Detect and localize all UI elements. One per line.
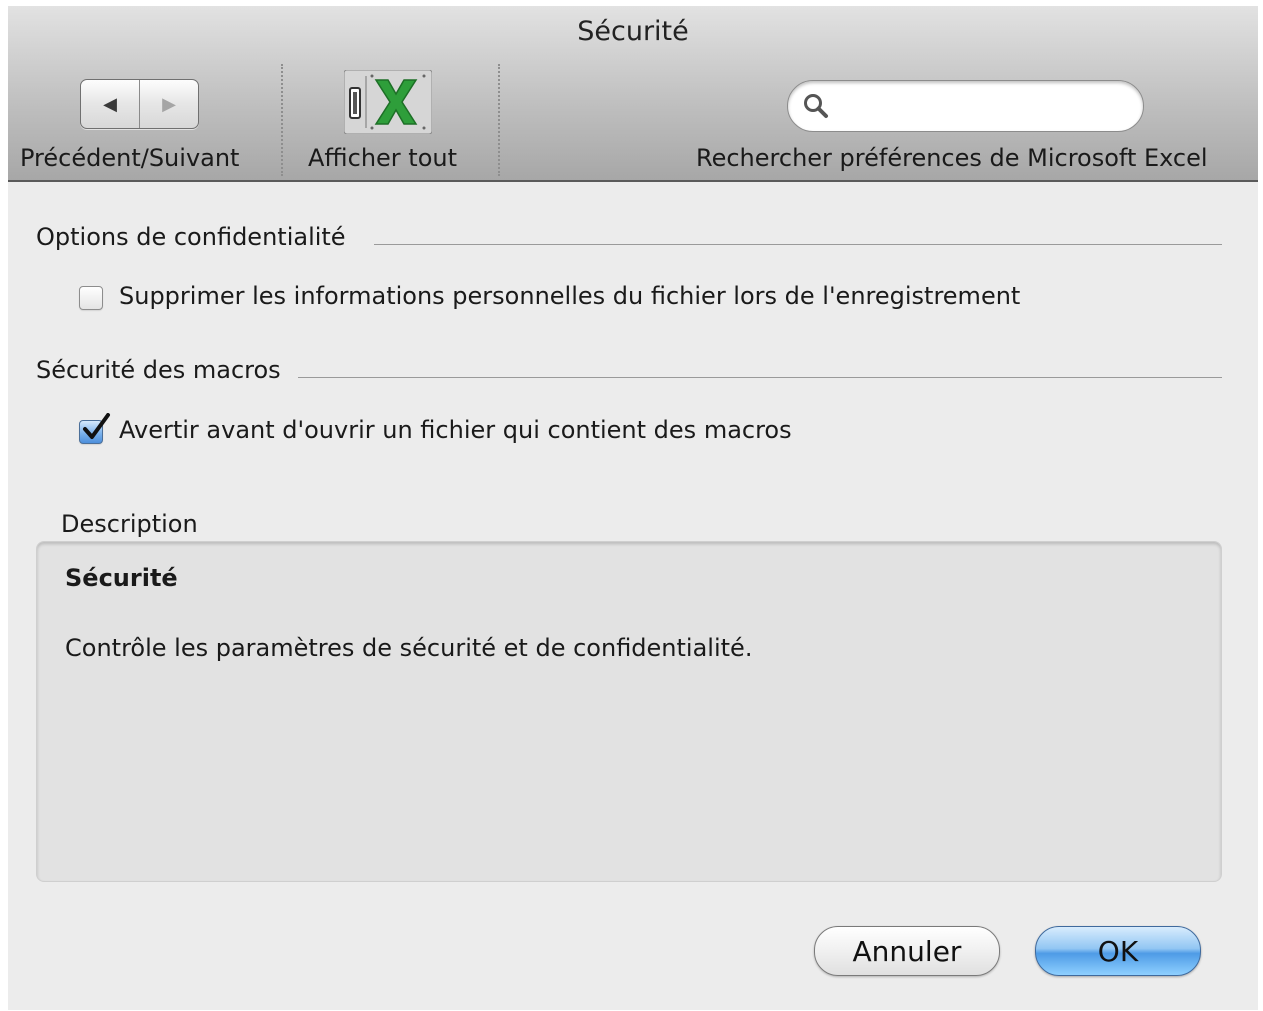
back-forward-control: ◀ ▶ — [80, 79, 199, 129]
warn-macros-label[interactable]: Avertir avant d'ouvrir un fichier qui co… — [119, 416, 792, 444]
search-input[interactable] — [787, 80, 1144, 132]
macro-section-header: Sécurité des macros — [36, 356, 281, 384]
forward-button[interactable]: ▶ — [140, 80, 198, 128]
arrow-right-icon: ▶ — [162, 93, 176, 115]
description-heading: Sécurité — [65, 564, 178, 592]
ok-button[interactable]: OK — [1035, 926, 1201, 976]
search-label: Rechercher préférences de Microsoft Exce… — [696, 144, 1208, 172]
nav-label: Précédent/Suivant — [20, 144, 240, 172]
back-button[interactable]: ◀ — [81, 80, 140, 128]
remove-personal-info-label[interactable]: Supprimer les informations personnelles … — [119, 282, 1020, 310]
warn-macros-checkbox[interactable] — [79, 413, 110, 444]
show-all-label: Afficher tout — [308, 144, 458, 172]
toolbar: Sécurité ◀ ▶ Précédent/Suivant Afficher … — [8, 6, 1258, 182]
remove-personal-info-checkbox[interactable] — [79, 286, 103, 310]
show-all-button[interactable] — [343, 69, 433, 135]
arrow-left-icon: ◀ — [103, 93, 117, 115]
preferences-window: Sécurité ◀ ▶ Précédent/Suivant Afficher … — [8, 6, 1258, 1010]
cancel-button[interactable]: Annuler — [814, 926, 1000, 976]
section-divider — [374, 244, 1222, 245]
toolbar-separator — [281, 64, 283, 176]
privacy-section-header: Options de confidentialité — [36, 223, 346, 251]
checkmark-icon — [83, 413, 110, 439]
window-title: Sécurité — [577, 16, 689, 47]
toolbar-separator — [498, 64, 500, 176]
description-title: Description — [61, 510, 198, 538]
excel-show-all-icon — [343, 69, 433, 135]
description-panel: Sécurité Contrôle les paramètres de sécu… — [36, 541, 1222, 882]
description-text: Contrôle les paramètres de sécurité et d… — [65, 634, 753, 662]
section-divider — [298, 377, 1222, 378]
search-icon — [804, 94, 828, 118]
